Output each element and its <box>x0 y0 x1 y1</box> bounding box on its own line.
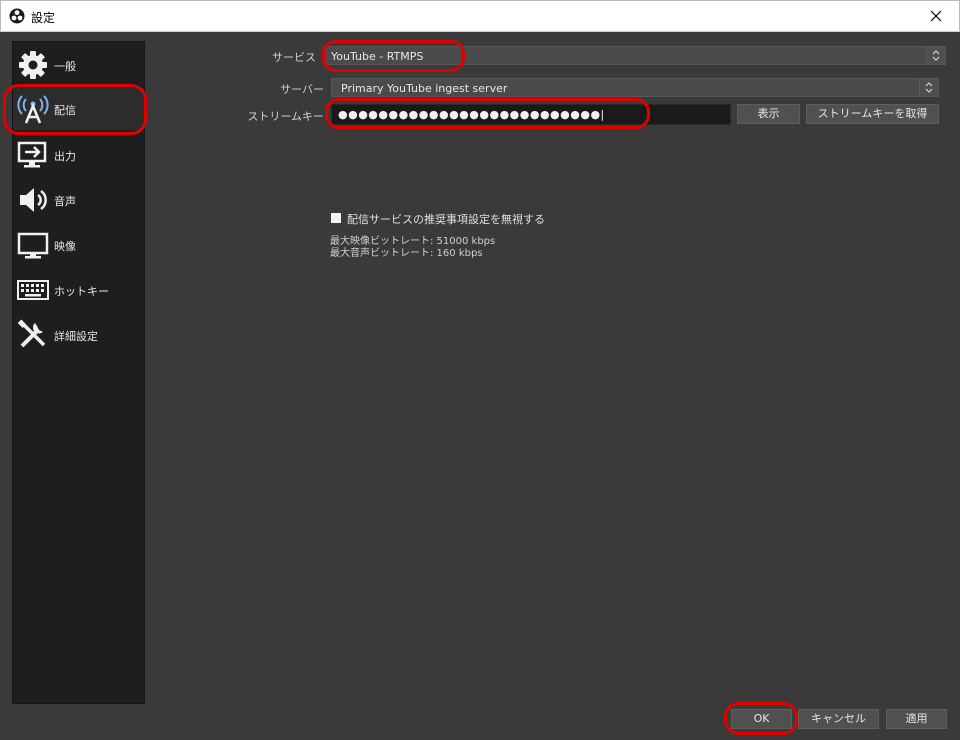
sidebar-item-advanced[interactable]: 詳細設定 <box>13 314 144 356</box>
stream-key-input[interactable]: ●●●●●●●●●●●●●●●●●●●●●●●●●●| <box>331 104 731 125</box>
speaker-icon <box>17 184 49 216</box>
settings-sidebar: 一般 配信 出力 音声 映像 ホットキー 詳細設定 <box>12 41 145 704</box>
sidebar-item-label: 映像 <box>54 240 76 253</box>
get-stream-key-button[interactable]: ストリームキーを取得 <box>806 104 939 124</box>
sidebar-item-hotkeys[interactable]: ホットキー <box>13 269 144 311</box>
sidebar-item-video[interactable]: 映像 <box>13 224 144 266</box>
sidebar-item-label: 配信 <box>54 104 76 117</box>
sidebar-item-label: 出力 <box>54 150 76 163</box>
ignore-recommendations-checkbox[interactable] <box>331 213 341 223</box>
server-select[interactable]: Primary YouTube ingest server <box>331 78 939 97</box>
sidebar-item-output[interactable]: 出力 <box>13 134 144 176</box>
stream-key-value: ●●●●●●●●●●●●●●●●●●●●●●●●●●| <box>338 108 605 121</box>
antenna-icon <box>17 93 49 125</box>
server-label: サーバー <box>280 83 324 96</box>
chevron-updown-icon <box>932 50 940 61</box>
sidebar-item-label: 音声 <box>54 195 76 208</box>
service-label: サービス <box>272 51 316 64</box>
sidebar-item-audio[interactable]: 音声 <box>13 179 144 221</box>
sidebar-item-label: ホットキー <box>54 285 109 298</box>
max-audio-bitrate: 最大音声ビットレート: 160 kbps <box>330 248 483 259</box>
title-bar: 設定 <box>0 0 960 32</box>
show-key-button[interactable]: 表示 <box>737 104 800 124</box>
sidebar-item-label: 一般 <box>54 60 76 73</box>
service-spin[interactable] <box>926 47 945 64</box>
sidebar-item-general[interactable]: 一般 <box>13 44 144 86</box>
monitor-icon <box>17 229 49 261</box>
ignore-recommendations-label: 配信サービスの推奨事項設定を無視する <box>347 213 545 226</box>
chevron-updown-icon <box>925 82 933 93</box>
keyboard-icon <box>17 274 49 306</box>
close-icon <box>930 10 942 22</box>
sidebar-item-label: 詳細設定 <box>54 330 98 343</box>
output-icon <box>17 139 49 171</box>
window-title: 設定 <box>31 11 56 25</box>
gear-icon <box>17 49 49 81</box>
obs-logo-icon <box>9 8 25 24</box>
service-select[interactable]: YouTube - RTMPS <box>323 46 946 65</box>
close-button[interactable] <box>913 1 959 31</box>
cancel-button[interactable]: キャンセル <box>798 709 879 729</box>
sidebar-item-stream[interactable]: 配信 <box>13 88 144 130</box>
apply-button[interactable]: 適用 <box>886 709 947 729</box>
tools-icon <box>17 319 49 351</box>
stream-key-label: ストリームキー <box>247 110 324 123</box>
server-spin[interactable] <box>919 79 938 96</box>
server-value: Primary YouTube ingest server <box>341 82 508 95</box>
service-value: YouTube - RTMPS <box>331 50 424 63</box>
ok-button[interactable]: OK <box>731 709 792 729</box>
